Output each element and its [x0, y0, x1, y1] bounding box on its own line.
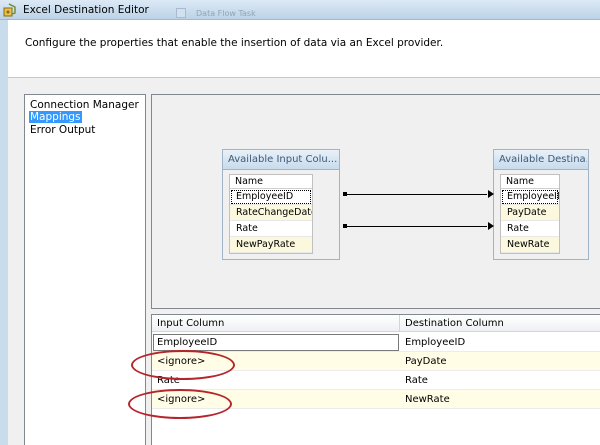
destination-table-title: Available Destina... [499, 154, 587, 165]
mapping-arrow-icon [488, 222, 494, 230]
grid-header: Input Column Destination Column [152, 315, 600, 332]
destination-table-header[interactable]: Available Destina... [494, 150, 588, 170]
table-row[interactable]: Rate Rate [152, 371, 600, 390]
page-navigation: Connection Manager Mappings Error Output [24, 94, 146, 445]
mapping-line[interactable] [345, 226, 487, 227]
table-row[interactable]: EmployeeID EmployeeID [152, 333, 600, 352]
mapping-canvas[interactable]: Available Input Colu... Name EmployeeID … [151, 94, 600, 309]
nav-item-connection-manager[interactable]: Connection Manager [29, 99, 140, 111]
page-description: Configure the properties that enable the… [25, 37, 444, 49]
destination-column-cell: Rate [405, 375, 428, 386]
destination-column-cell: PayDate [405, 356, 447, 367]
input-column-cell[interactable]: <ignore> [157, 356, 205, 367]
destination-column-item[interactable]: PayDate [501, 205, 559, 221]
input-column-item[interactable]: NewPayRate [230, 237, 312, 253]
input-table-header[interactable]: Available Input Colu... [223, 150, 339, 170]
excel-destination-icon [3, 3, 16, 17]
input-column-header[interactable]: Input Column [157, 318, 224, 329]
input-column-item[interactable]: EmployeeID [230, 189, 312, 205]
title-bar: Excel Destination Editor Data Flow Task [0, 0, 600, 20]
destination-name-header: Name [501, 175, 559, 189]
nav-item-mappings[interactable]: Mappings [29, 111, 82, 123]
column-separator[interactable] [399, 315, 400, 332]
destination-column-item[interactable]: EmployeeID [501, 189, 559, 205]
input-column-cell[interactable]: EmployeeID [157, 337, 217, 348]
table-row[interactable]: <ignore> PayDate [152, 352, 600, 371]
input-name-header: Name [230, 175, 312, 189]
table-row[interactable]: <ignore> NewRate [152, 390, 600, 409]
mappings-grid: Input Column Destination Column Employee… [151, 314, 600, 445]
input-column-list: Name EmployeeID RateChangeDate Rate NewP… [229, 174, 313, 254]
mapping-arrow-icon [488, 190, 494, 198]
input-column-item[interactable]: RateChangeDate [230, 205, 312, 221]
background-window-icon [176, 8, 186, 18]
destination-column-cell: EmployeeID [405, 337, 466, 348]
destination-column-list: Name EmployeeID PayDate Rate NewRate [500, 174, 560, 254]
available-input-columns-table[interactable]: Available Input Colu... Name EmployeeID … [222, 149, 340, 260]
background-window-title: Data Flow Task [196, 9, 256, 18]
destination-column-cell: NewRate [405, 394, 450, 405]
destination-column-item[interactable]: Rate [501, 221, 559, 237]
input-column-cell[interactable]: <ignore> [157, 394, 205, 405]
description-panel: Configure the properties that enable the… [8, 20, 600, 78]
window-title: Excel Destination Editor [23, 4, 149, 16]
input-column-item[interactable]: Rate [230, 221, 312, 237]
editor-window: Configure the properties that enable the… [8, 20, 600, 445]
destination-column-item[interactable]: NewRate [501, 237, 559, 253]
mapping-line[interactable] [345, 194, 487, 195]
destination-column-header[interactable]: Destination Column [405, 318, 504, 329]
nav-item-error-output[interactable]: Error Output [29, 124, 96, 136]
input-column-cell[interactable]: Rate [157, 375, 180, 386]
input-table-title: Available Input Colu... [228, 154, 338, 165]
available-destination-columns-table[interactable]: Available Destina... Name EmployeeID Pay… [493, 149, 589, 260]
